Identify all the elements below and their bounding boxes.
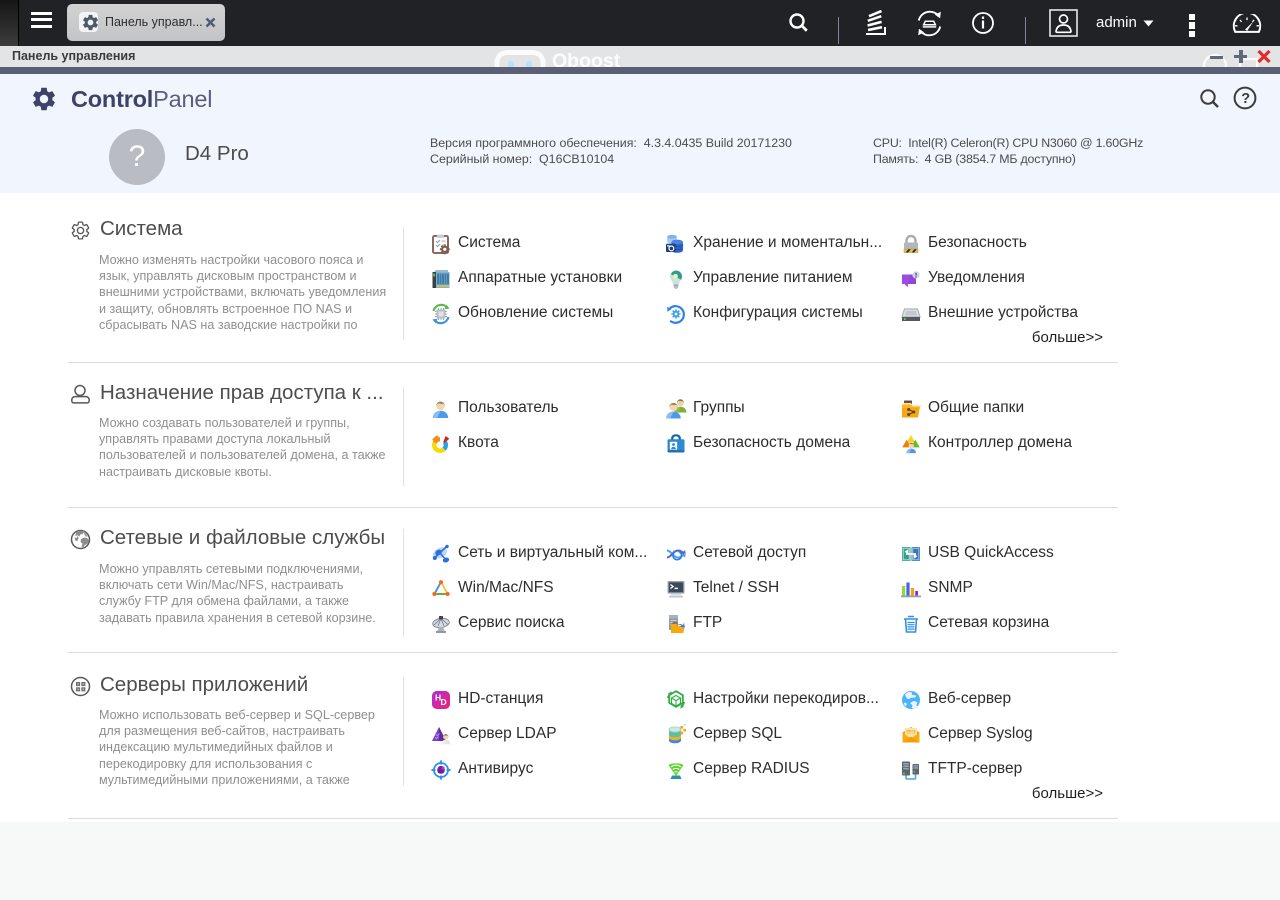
svg-text:D: D bbox=[441, 697, 447, 707]
svg-text:LOG: LOG bbox=[908, 730, 915, 734]
svg-text:?: ? bbox=[1241, 91, 1250, 107]
